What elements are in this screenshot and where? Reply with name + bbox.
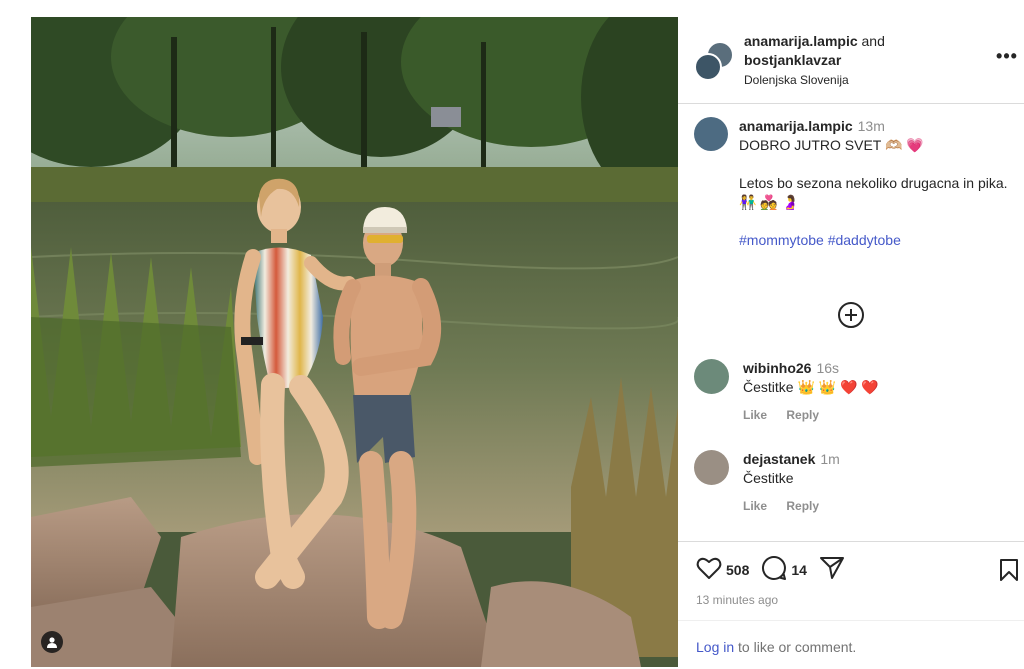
- user-icon[interactable]: [41, 631, 63, 653]
- plus-circle-icon[interactable]: [836, 300, 866, 330]
- hashtags[interactable]: #mommytobe #daddytobe: [739, 231, 1009, 250]
- caption-time[interactable]: 13m: [858, 118, 885, 134]
- caption-emoji-line: 👫 💑 🤰: [739, 194, 800, 210]
- login-link[interactable]: Log in: [696, 639, 734, 655]
- header-joiner: and: [861, 33, 885, 49]
- comment-text: Čestitke: [743, 470, 794, 486]
- comment-username[interactable]: wibinho26: [743, 360, 811, 376]
- like-comment-button[interactable]: Like: [743, 408, 767, 422]
- login-prompt: Log in to like or comment.: [678, 620, 1024, 669]
- send-icon[interactable]: [819, 556, 845, 585]
- reply-button[interactable]: Reply: [786, 499, 819, 513]
- avatar[interactable]: [694, 450, 729, 485]
- avatar[interactable]: [694, 117, 728, 151]
- header-username-1[interactable]: anamarija.lampic: [744, 33, 858, 49]
- reply-button[interactable]: Reply: [786, 408, 819, 422]
- post-image: [31, 17, 678, 667]
- collab-avatars[interactable]: [694, 41, 734, 81]
- comment-count[interactable]: 14: [791, 562, 807, 578]
- header-text: anamarija.lampic and bostjanklavzar Dole…: [744, 32, 885, 90]
- bookmark-icon[interactable]: [998, 558, 1020, 587]
- heart-icon[interactable]: [696, 556, 722, 585]
- post-sidebar: anamarija.lampic and bostjanklavzar Dole…: [678, 17, 1024, 667]
- post-photo[interactable]: [31, 17, 678, 667]
- post-time-ago[interactable]: 13 minutes ago: [696, 593, 778, 607]
- comment-username[interactable]: dejastanek: [743, 451, 815, 467]
- caption-line: DOBRO JUTRO SVET 🫶🏼 💗: [739, 137, 924, 153]
- comment-time[interactable]: 1m: [820, 451, 839, 467]
- login-text: to like or comment.: [734, 639, 857, 655]
- like-comment-button[interactable]: Like: [743, 499, 767, 513]
- header-username-2[interactable]: bostjanklavzar: [744, 51, 885, 70]
- comment-text: Čestitke 👑 👑 ❤️ ❤️: [743, 379, 879, 395]
- more-icon[interactable]: •••: [996, 47, 1018, 69]
- post-header: anamarija.lampic and bostjanklavzar Dole…: [678, 17, 1024, 104]
- like-count[interactable]: 508: [726, 562, 749, 578]
- location-link[interactable]: Dolenjska Slovenija: [744, 71, 885, 90]
- avatar[interactable]: [694, 359, 729, 394]
- caption-line: Letos bo sezona nekoliko drugacna in pik…: [739, 175, 1008, 191]
- avatar[interactable]: [694, 53, 722, 81]
- comment-time[interactable]: 16s: [816, 360, 839, 376]
- comment-icon[interactable]: [761, 555, 787, 586]
- caption-username[interactable]: anamarija.lampic: [739, 118, 853, 134]
- action-bar: 508 14 13 minutes ago Log in to like or …: [678, 541, 1024, 668]
